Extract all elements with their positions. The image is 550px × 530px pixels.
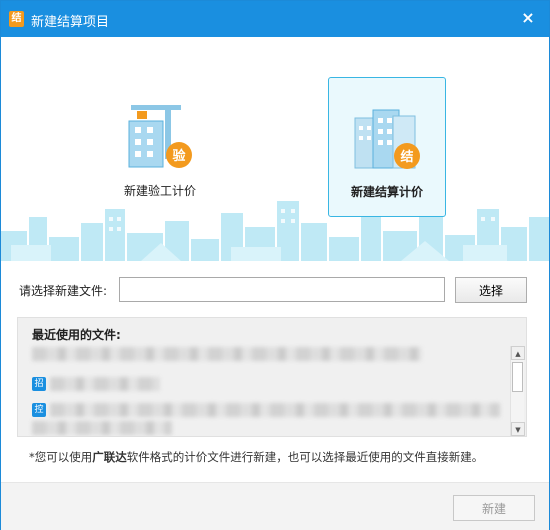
- hint-text: *您可以使用广联达软件格式的计价文件进行新建，也可以选择最近使用的文件直接新建。: [29, 449, 483, 465]
- badge-glyph: 结: [400, 149, 413, 165]
- new-button[interactable]: 新建: [453, 495, 535, 521]
- scroll-thumb[interactable]: [512, 362, 523, 392]
- hint-suffix: 软件格式的计价文件进行新建，也可以选择最近使用的文件直接新建。: [126, 450, 484, 464]
- blurred-filename: [32, 346, 422, 361]
- option-label: 新建结算计价: [350, 185, 423, 199]
- list-item[interactable]: [32, 346, 422, 364]
- blurred-filename: [32, 420, 172, 435]
- recent-files-scrollbar[interactable]: ▲ ▼: [510, 346, 525, 436]
- app-icon: 结: [9, 11, 24, 27]
- hint-brand: 广联达: [92, 450, 127, 464]
- title-bar: 结 新建结算项目 ×: [1, 1, 549, 37]
- list-item[interactable]: 招: [32, 376, 160, 394]
- scroll-down-icon[interactable]: ▼: [511, 422, 525, 436]
- new-settlement-valuation-option[interactable]: 结 新建结算计价: [328, 77, 446, 217]
- project-type-panel: 验 新建验工计价 结 新建结算计价: [1, 37, 549, 261]
- file-path-input[interactable]: [119, 277, 445, 302]
- dialog-footer: 新建: [1, 482, 549, 530]
- blurred-filename: [50, 402, 500, 417]
- new-acceptance-valuation-option[interactable]: 验 新建验工计价: [101, 77, 219, 217]
- scroll-up-icon[interactable]: ▲: [511, 346, 525, 360]
- buildings-icon: 结: [354, 109, 420, 169]
- option-label: 新建验工计价: [123, 184, 196, 198]
- badge-glyph: 验: [172, 148, 186, 164]
- file-select-row: 请选择新建文件: 选择: [19, 277, 531, 303]
- file-icon: 招: [32, 376, 46, 391]
- list-item[interactable]: [32, 420, 172, 436]
- blurred-filename: [50, 376, 160, 391]
- building-crane-icon: 验: [128, 105, 192, 168]
- list-item[interactable]: 控: [32, 402, 500, 420]
- recent-files-panel: 最近使用的文件: 招 控 ▲ ▼: [17, 317, 527, 437]
- dialog-title: 新建结算项目: [31, 15, 110, 30]
- city-skyline-decoration: [1, 201, 549, 261]
- new-settlement-dialog: 结 新建结算项目 × 验 新建验工计价 结 新建结算计价 请选择新建文件: 选择…: [0, 0, 550, 530]
- file-icon: 控: [32, 402, 46, 417]
- close-button[interactable]: ×: [519, 9, 537, 27]
- file-select-label: 请选择新建文件:: [19, 284, 108, 298]
- choose-file-button[interactable]: 选择: [455, 277, 527, 303]
- hint-prefix: *您可以使用: [29, 450, 93, 464]
- recent-files-heading: 最近使用的文件:: [32, 328, 121, 342]
